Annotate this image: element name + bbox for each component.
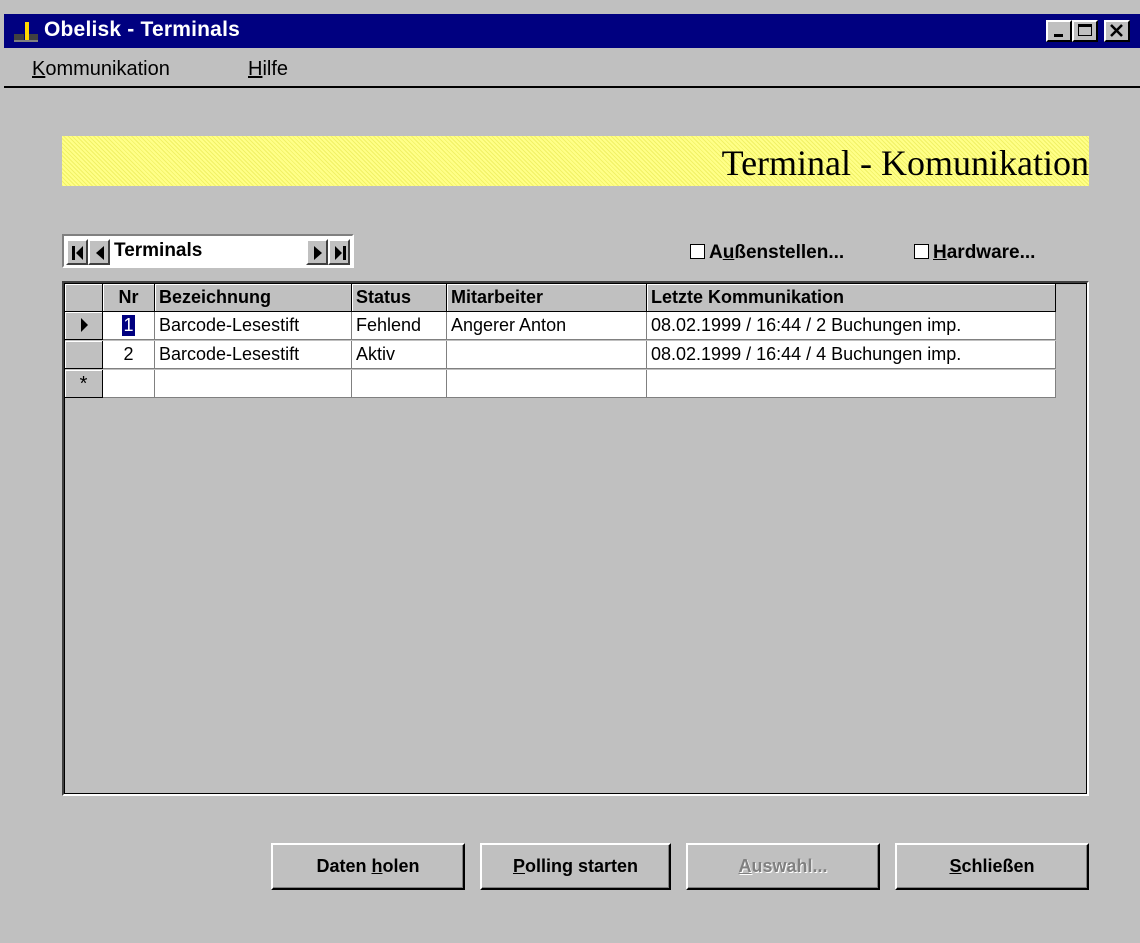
next-record-button[interactable] [306, 239, 328, 265]
checkbox-box[interactable] [690, 244, 705, 259]
table-cell-mitarbeiter[interactable]: Angerer Anton [447, 312, 647, 340]
column-header-nr[interactable]: Nr [103, 284, 155, 312]
aussenstellen-checkbox[interactable]: Außenstellen... [690, 242, 844, 264]
auswahl-button[interactable]: Auswahl... [686, 843, 880, 890]
table-cell-letzte-kommunikation[interactable] [647, 370, 1056, 398]
last-record-button[interactable] [328, 239, 350, 265]
column-header-letzte-kommunikation[interactable]: Letzte Kommunikation [647, 284, 1056, 312]
row-selector[interactable] [65, 312, 103, 340]
table-cell-nr[interactable]: 1 [103, 312, 155, 340]
table-cell-bezeichnung[interactable] [155, 370, 352, 398]
checkbox-mnemonic: H [933, 242, 947, 263]
button-mnemonic: A [738, 856, 752, 876]
daten-holen-button[interactable]: Daten holen [271, 843, 465, 890]
button-label: olen [382, 856, 420, 876]
title-bar[interactable]: Obelisk - Terminals [4, 14, 1140, 48]
menu-kommunikation[interactable]: Kommunikation [32, 58, 170, 81]
checkbox-label: ßenstellen... [734, 242, 845, 263]
table-cell-nr[interactable]: 2 [103, 341, 155, 369]
button-mnemonic: h [371, 856, 383, 876]
close-button[interactable] [1104, 20, 1130, 42]
checkbox-label: ardware... [946, 242, 1036, 263]
schliessen-button[interactable]: Schließen [895, 843, 1089, 890]
checkbox-mnemonic: u [722, 242, 735, 263]
grid-body: Nr Bezeichnung Status Mitarbeiter Letzte… [64, 283, 1087, 794]
table-cell-status[interactable]: Aktiv [352, 341, 447, 369]
minimize-icon [1054, 34, 1063, 37]
menu-label: ommunikation [45, 58, 170, 80]
row-selector-header[interactable] [65, 284, 103, 312]
column-header-status[interactable]: Status [352, 284, 447, 312]
checkbox-box[interactable] [914, 244, 929, 259]
checkbox-label-pre: A [709, 242, 723, 263]
table-cell-letzte-kommunikation[interactable]: 08.02.1999 / 16:44 / 2 Buchungen imp. [647, 312, 1056, 340]
next-record-icon [314, 246, 322, 260]
menu-hilfe[interactable]: Hilfe [248, 58, 288, 81]
table-cell-letzte-kommunikation[interactable]: 08.02.1999 / 16:44 / 4 Buchungen imp. [647, 341, 1056, 369]
button-label: olling starten [525, 856, 639, 876]
button-mnemonic: P [512, 856, 525, 876]
current-record-icon [80, 318, 88, 332]
record-navigator: Terminals [62, 234, 354, 268]
new-record-icon: * [79, 373, 88, 395]
column-header-mitarbeiter[interactable]: Mitarbeiter [447, 284, 647, 312]
button-mnemonic: S [949, 856, 962, 876]
new-record-selector[interactable]: * [65, 370, 103, 398]
window-title: Obelisk - Terminals [44, 18, 240, 41]
table-cell-bezeichnung[interactable]: Barcode-Lesestift [155, 341, 352, 369]
previous-record-icon [96, 246, 104, 260]
header-band: Terminal - Komunikation [62, 136, 1089, 186]
column-header-bezeichnung[interactable]: Bezeichnung [155, 284, 352, 312]
menu-mnemonic: K [32, 58, 46, 80]
table-cell-mitarbeiter[interactable] [447, 341, 647, 369]
close-icon [1110, 24, 1123, 37]
button-label: chließen [961, 856, 1035, 876]
table-cell-status[interactable]: Fehlend [352, 312, 447, 340]
table-cell-nr[interactable] [103, 370, 155, 398]
minimize-button[interactable] [1046, 20, 1072, 42]
first-record-button[interactable] [66, 239, 88, 265]
button-label-pre: Daten [316, 856, 372, 876]
button-label: uswahl... [751, 856, 828, 876]
page-title: Terminal - Komunikation [721, 143, 1089, 183]
hardware-checkbox[interactable]: Hardware... [914, 242, 1035, 264]
table-cell-status[interactable] [352, 370, 447, 398]
maximize-icon [1078, 24, 1092, 36]
maximize-button[interactable] [1072, 20, 1098, 42]
obelisk-app-icon [14, 22, 38, 42]
navigator-label: Terminals [114, 240, 203, 261]
polling-starten-button[interactable]: Polling starten [480, 843, 671, 890]
terminals-grid[interactable]: Nr Bezeichnung Status Mitarbeiter Letzte… [62, 281, 1089, 796]
first-record-icon [72, 246, 83, 260]
menu-mnemonic: H [248, 58, 263, 80]
table-cell-bezeichnung[interactable]: Barcode-Lesestift [155, 312, 352, 340]
menu-bar: Kommunikation Hilfe [4, 52, 1140, 88]
edit-cursor: 1 [122, 315, 135, 336]
row-selector[interactable] [65, 341, 103, 369]
menu-label: ilfe [262, 58, 289, 80]
table-cell-mitarbeiter[interactable] [447, 370, 647, 398]
last-record-icon [335, 246, 346, 260]
previous-record-button[interactable] [88, 239, 110, 265]
